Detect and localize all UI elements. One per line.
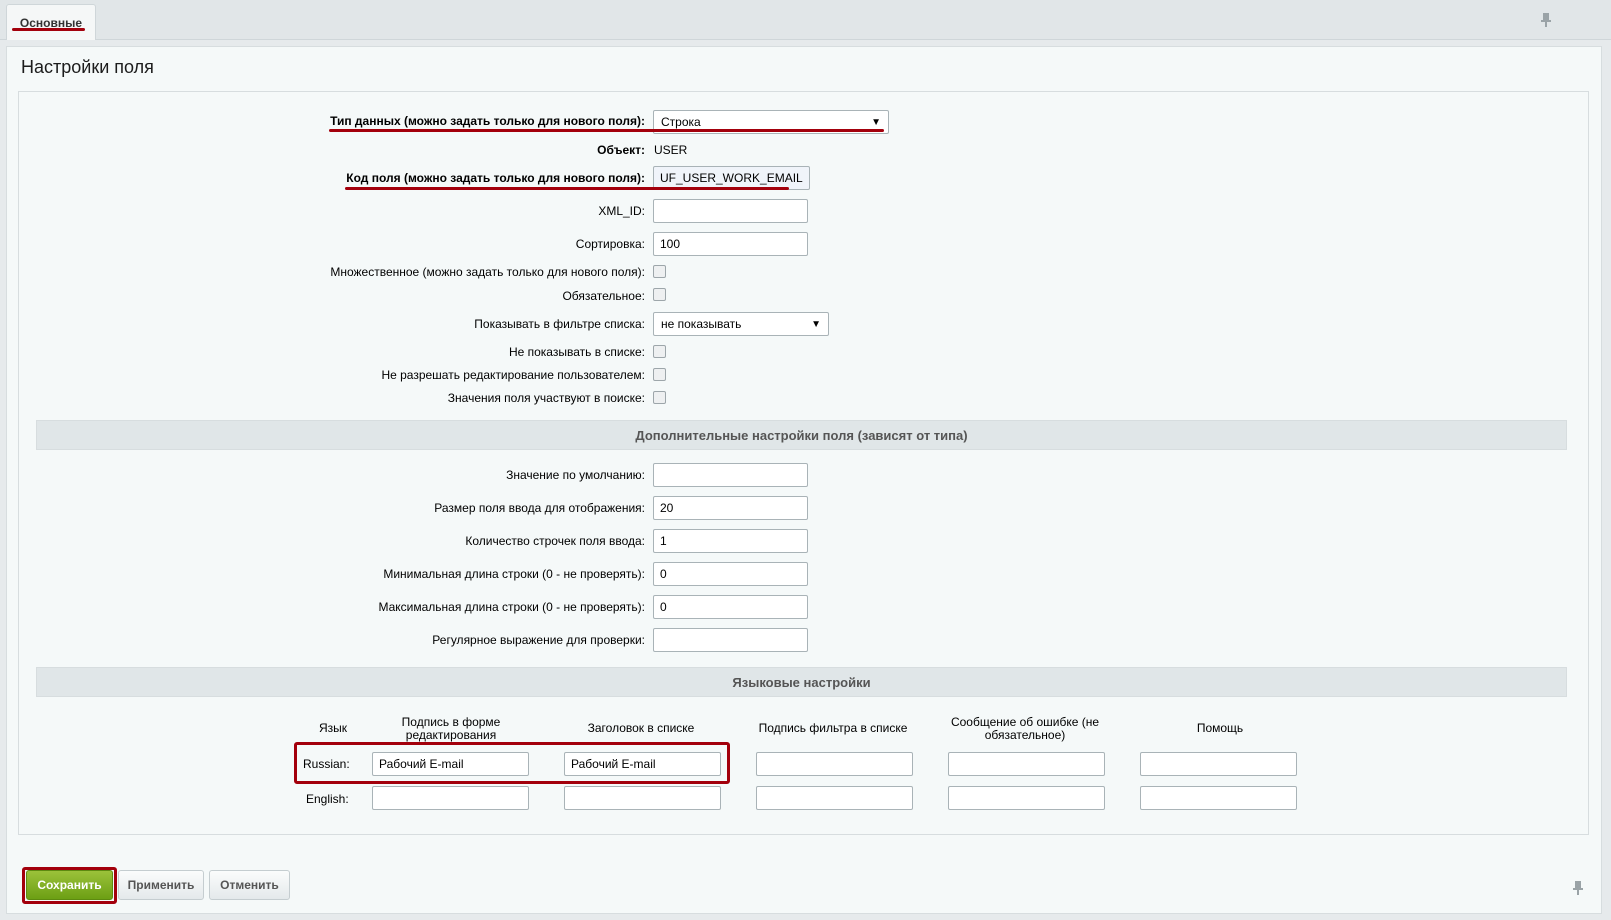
extra-settings-header: Дополнительные настройки поля (зависят о… <box>36 420 1567 450</box>
cancel-button[interactable]: Отменить <box>209 870 290 900</box>
multiple-label: Множественное (можно задать только для н… <box>330 265 645 279</box>
data-type-label: Тип данных (можно задать только для ново… <box>330 114 645 128</box>
no-user-edit-checkbox[interactable] <box>653 368 666 381</box>
default-value-label: Значение по умолчанию: <box>506 468 645 482</box>
field-code-value: UF_USER_WORK_EMAIL <box>660 171 803 185</box>
sort-label: Сортировка: <box>575 237 645 251</box>
regexp-label: Регулярное выражение для проверки: <box>432 633 645 647</box>
highlight-box <box>294 742 730 784</box>
lang-row-english-label: English: <box>306 792 349 806</box>
pin-icon[interactable] <box>1540 12 1552 28</box>
extra-settings-title: Дополнительные настройки поля (зависят о… <box>635 427 968 443</box>
en-error-message-input[interactable] <box>948 786 1105 810</box>
no-user-edit-label: Не разрешать редактирование пользователе… <box>381 368 645 382</box>
required-label: Обязательное: <box>562 289 645 303</box>
col-header-list-column: Заголовок в списке <box>587 721 695 735</box>
object-label: Объект: <box>597 143 645 157</box>
dropdown-arrow-icon: ▼ <box>811 318 821 330</box>
regexp-input[interactable] <box>653 628 808 652</box>
searchable-checkbox[interactable] <box>653 391 666 404</box>
object-value: USER <box>654 143 688 157</box>
xml-id-label: XML_ID: <box>598 204 645 218</box>
min-length-value: 0 <box>660 567 667 581</box>
input-size-input[interactable]: 20 <box>653 496 808 520</box>
field-code-label: Код поля (можно задать только для нового… <box>346 171 645 185</box>
lang-settings-header: Языковые настройки <box>36 667 1567 697</box>
lang-settings-title: Языковые настройки <box>732 674 871 690</box>
hide-in-list-checkbox[interactable] <box>653 345 666 358</box>
ru-help-input[interactable] <box>1140 752 1297 776</box>
rows-value: 1 <box>660 534 667 548</box>
max-length-value: 0 <box>660 600 667 614</box>
col-header-filter-label: Подпись фильтра в списке <box>758 721 908 735</box>
rows-input[interactable]: 1 <box>653 529 808 553</box>
page-title: Настройки поля <box>21 57 154 77</box>
en-help-input[interactable] <box>1140 786 1297 810</box>
sort-input[interactable]: 100 <box>653 232 808 256</box>
apply-button-label: Применить <box>127 878 195 892</box>
col-header-lang: Язык <box>318 721 348 735</box>
rows-label: Количество строчек поля ввода: <box>465 534 645 548</box>
input-size-label: Размер поля ввода для отображения: <box>434 501 645 515</box>
col-header-error-message-line2: обязательное) <box>984 728 1066 742</box>
pin-icon[interactable] <box>1572 880 1584 896</box>
show-filter-select[interactable]: не показывать ▼ <box>653 312 829 336</box>
tab-highlight-underline <box>12 28 85 31</box>
col-header-help: Помощь <box>1196 721 1244 735</box>
show-filter-label: Показывать в фильтре списка: <box>474 317 645 331</box>
default-value-input[interactable] <box>653 463 808 487</box>
sort-value: 100 <box>660 237 681 251</box>
ru-error-message-input[interactable] <box>948 752 1105 776</box>
col-header-edit-form-label-line2: редактирования <box>405 728 497 742</box>
highlight-box <box>22 867 117 904</box>
en-list-column-input[interactable] <box>564 786 721 810</box>
max-length-label: Максимальная длина строки (0 - не провер… <box>378 600 645 614</box>
ru-filter-label-input[interactable] <box>756 752 913 776</box>
en-filter-label-input[interactable] <box>756 786 913 810</box>
max-length-input[interactable]: 0 <box>653 595 808 619</box>
min-length-label: Минимальная длина строки (0 - не проверя… <box>383 567 645 581</box>
tab-bar: Основные <box>0 0 1611 40</box>
highlight-underline <box>329 129 884 132</box>
col-header-error-message: Сообщение об ошибке (не обязательное) <box>930 716 1120 742</box>
hide-in-list-label: Не показывать в списке: <box>508 345 645 359</box>
input-size-value: 20 <box>660 501 674 515</box>
col-header-edit-form-label: Подпись в форме редактирования <box>371 716 531 742</box>
searchable-label: Значения поля участвуют в поиске: <box>447 391 645 405</box>
en-edit-form-label-input[interactable] <box>372 786 529 810</box>
min-length-input[interactable]: 0 <box>653 562 808 586</box>
cancel-button-label: Отменить <box>220 878 279 892</box>
dropdown-arrow-icon: ▼ <box>871 116 881 128</box>
multiple-checkbox[interactable] <box>653 265 666 278</box>
required-checkbox[interactable] <box>653 288 666 301</box>
highlight-underline <box>345 187 789 190</box>
data-type-value: Строка <box>661 115 701 129</box>
show-filter-value: не показывать <box>661 317 742 331</box>
tab-main[interactable]: Основные <box>6 4 96 40</box>
apply-button[interactable]: Применить <box>118 870 204 900</box>
xml-id-input[interactable] <box>653 199 808 223</box>
